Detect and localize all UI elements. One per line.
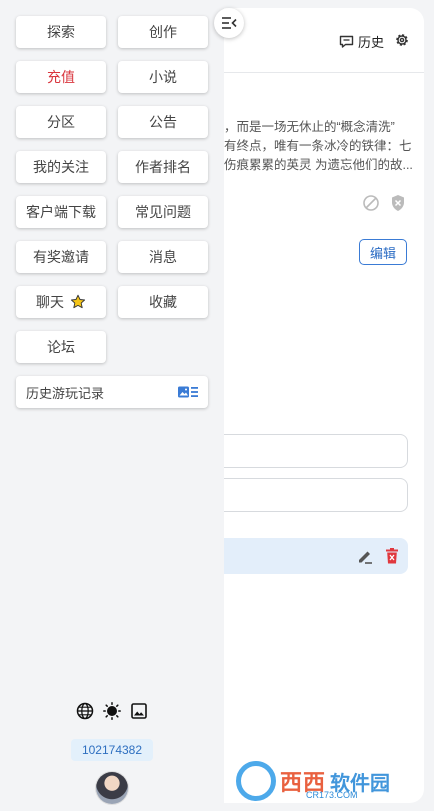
nav-favorites-button[interactable]: 收藏 bbox=[118, 286, 208, 318]
work-description: ，而是一场无休止的“概念清洗” 有终点，唯有一条冰冷的铁律：七 伤痕累累的英灵 … bbox=[224, 118, 414, 175]
nav-author-ranking-button[interactable]: 作者排名 bbox=[118, 151, 208, 183]
edit-button[interactable]: 编辑 bbox=[359, 239, 407, 265]
nav-recharge-button[interactable]: 充值 bbox=[16, 61, 106, 93]
edit-pen-icon[interactable] bbox=[356, 547, 374, 565]
nav-drawer: 探索 创作 充值 小说 分区 公告 我的关注 作者排名 客户端下载 常见问题 有… bbox=[0, 0, 224, 811]
nav-label: 探索 bbox=[47, 24, 75, 40]
nav-novel-button[interactable]: 小说 bbox=[118, 61, 208, 93]
nav-explore-button[interactable]: 探索 bbox=[16, 16, 106, 48]
nav-category-button[interactable]: 分区 bbox=[16, 106, 106, 138]
nav-label: 常见问题 bbox=[135, 204, 191, 220]
text-input[interactable] bbox=[196, 434, 408, 468]
nav-label: 客户端下载 bbox=[26, 204, 96, 220]
nav-following-button[interactable]: 我的关注 bbox=[16, 151, 106, 183]
play-history-label: 历史游玩记录 bbox=[26, 385, 105, 401]
history-label: 历史 bbox=[357, 35, 384, 50]
nav-label: 有奖邀请 bbox=[33, 249, 89, 265]
image-list-icon bbox=[178, 386, 198, 398]
nav-forum-button[interactable]: 论坛 bbox=[16, 331, 106, 363]
ban-icon[interactable] bbox=[362, 194, 380, 212]
sun-icon[interactable] bbox=[103, 702, 121, 720]
bottom-toolbar bbox=[76, 702, 148, 720]
globe-icon[interactable] bbox=[76, 702, 94, 720]
description-line: ，而是一场无休止的“概念清洗” bbox=[224, 120, 395, 134]
nav-client-download-button[interactable]: 客户端下载 bbox=[16, 196, 106, 228]
comment-icon bbox=[339, 35, 354, 48]
gear-icon[interactable] bbox=[394, 32, 410, 48]
nav-label: 收藏 bbox=[149, 294, 177, 310]
watermark-subtext: CR173.COM bbox=[306, 790, 358, 800]
delete-icon[interactable] bbox=[384, 547, 400, 565]
nav-create-button[interactable]: 创作 bbox=[118, 16, 208, 48]
nav-label: 充值 bbox=[47, 69, 75, 85]
nav-label: 消息 bbox=[149, 249, 177, 265]
description-line: 有终点，唯有一条冰冷的铁律：七 bbox=[224, 139, 412, 153]
watermark-logo bbox=[236, 761, 276, 801]
nav-label: 小说 bbox=[149, 69, 177, 85]
nav-label: 论坛 bbox=[47, 339, 75, 355]
avatar[interactable] bbox=[96, 772, 128, 804]
nav-messages-button[interactable]: 消息 bbox=[118, 241, 208, 273]
content-panel: 历史 ，而是一场无休止的“概念清洗” 有终点，唯有一条冰冷的铁律：七 伤痕累累的… bbox=[196, 8, 424, 803]
shield-x-icon[interactable] bbox=[390, 194, 406, 212]
user-id-badge[interactable]: 102174382 bbox=[71, 739, 153, 761]
play-history-button[interactable]: 历史游玩记录 bbox=[16, 376, 208, 408]
list-item[interactable] bbox=[196, 538, 408, 574]
text-input[interactable] bbox=[196, 478, 408, 512]
nav-label: 公告 bbox=[149, 114, 177, 130]
star-icon bbox=[70, 294, 86, 309]
nav-invite-button[interactable]: 有奖邀请 bbox=[16, 241, 106, 273]
nav-label: 创作 bbox=[149, 24, 177, 40]
history-button[interactable]: 历史 bbox=[339, 32, 384, 51]
menu-collapse-icon bbox=[222, 17, 237, 29]
description-line: 伤痕累累的英灵 为遗忘他们的故... bbox=[224, 158, 413, 172]
nav-chat-button[interactable]: 聊天 bbox=[16, 286, 106, 318]
nav-grid: 探索 创作 充值 小说 分区 公告 我的关注 作者排名 客户端下载 常见问题 有… bbox=[16, 16, 208, 363]
nav-label: 作者排名 bbox=[135, 159, 191, 175]
nav-label: 我的关注 bbox=[33, 159, 89, 175]
nav-label: 聊天 bbox=[36, 294, 64, 310]
collapse-drawer-button[interactable] bbox=[214, 8, 244, 38]
nav-faq-button[interactable]: 常见问题 bbox=[118, 196, 208, 228]
image-icon[interactable] bbox=[130, 702, 148, 720]
nav-announcement-button[interactable]: 公告 bbox=[118, 106, 208, 138]
nav-label: 分区 bbox=[47, 114, 75, 130]
